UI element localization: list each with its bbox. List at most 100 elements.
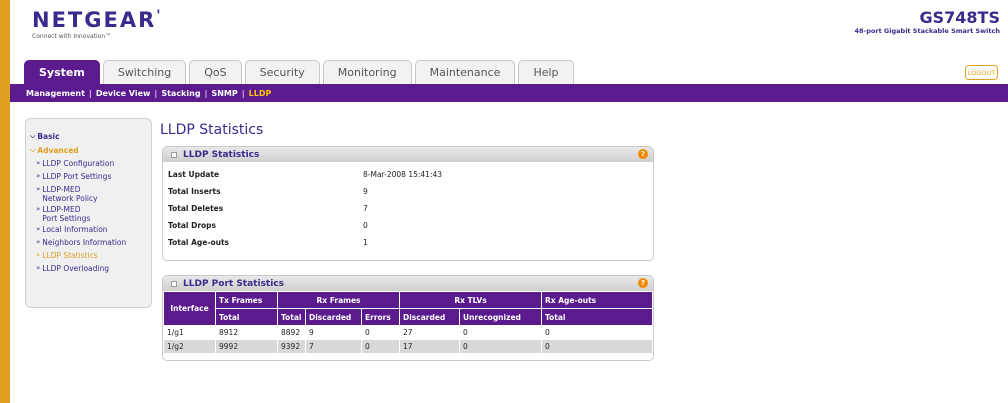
lldp-port-statistics-panel: LLDP Port Statistics ? Interface Tx Fram… — [162, 275, 654, 361]
panel-header: LLDP Statistics ? — [163, 147, 653, 162]
tab-security[interactable]: Security — [244, 60, 320, 84]
sidebar-item-label: LLDP Port Settings — [42, 172, 112, 181]
sidebar-item-label: LLDP-MED — [42, 185, 81, 194]
chevron-right-icon: » — [36, 264, 41, 272]
chevron-right-icon: » — [36, 172, 41, 180]
port-statistics-table: Interface Tx Frames Rx Frames Rx TLVs Rx… — [163, 291, 653, 354]
brand-logo: NETGEAR' — [32, 8, 163, 32]
column-header-interface: Interface — [163, 291, 216, 326]
column-subheader: Total — [541, 308, 653, 326]
app-window: NETGEAR' Connect with Innovation™ GS748T… — [0, 0, 1008, 403]
chevron-right-icon: » — [36, 251, 41, 259]
stat-row: Total Deletes 7 — [163, 200, 653, 217]
sidebar-advanced[interactable]: ⌵ Advanced — [26, 143, 151, 157]
chevron-right-icon: » — [36, 225, 41, 233]
main-tabs: System Switching QoS Security Monitoring… — [24, 60, 574, 84]
cell-tx-total: 9992 — [215, 339, 278, 354]
column-subheader: Errors — [361, 308, 400, 326]
stats-list: Last Update 8-Mar-2008 15:41:43 Total In… — [163, 162, 653, 251]
chevron-right-icon: » — [36, 159, 41, 167]
help-icon[interactable]: ? — [638, 278, 648, 288]
column-header-rx-age-outs: Rx Age-outs — [541, 291, 653, 309]
tab-qos[interactable]: QoS — [189, 60, 242, 84]
device-description: 48-port Gigabit Stackable Smart Switch — [854, 27, 1001, 35]
cell-rx-errors: 0 — [361, 325, 400, 340]
column-header-rx-tlvs: Rx TLVs — [399, 291, 542, 309]
header: NETGEAR' Connect with Innovation™ GS748T… — [10, 0, 1008, 52]
stat-label: Last Update — [168, 170, 220, 179]
cell-interface: 1/g2 — [163, 339, 216, 354]
sidebar-basic[interactable]: ⌵ Basic — [26, 129, 151, 143]
sub-navigation: Management | Device View | Stacking | SN… — [10, 84, 1008, 102]
help-icon[interactable]: ? — [638, 149, 648, 159]
sidebar-basic-label: Basic — [37, 131, 60, 141]
column-header-rx-frames: Rx Frames — [277, 291, 400, 309]
panel-title: LLDP Port Statistics — [183, 278, 285, 289]
stat-row: Total Inserts 9 — [163, 183, 653, 200]
subnav-device-view[interactable]: Device View — [96, 89, 151, 98]
cell-rx-errors: 0 — [361, 339, 400, 354]
sidebar-item-lldp-overloading[interactable]: » LLDP Overloading — [26, 262, 151, 275]
chevron-right-icon: » — [36, 238, 41, 246]
cell-tlv-unrecognized: 0 — [459, 339, 542, 354]
subnav-separator: | — [88, 88, 92, 98]
cell-interface: 1/g1 — [163, 325, 216, 340]
lldp-statistics-panel: LLDP Statistics ? Last Update 8-Mar-2008… — [162, 146, 654, 261]
table-header-row: Interface Tx Frames Rx Frames Rx TLVs Rx… — [163, 291, 653, 326]
collapse-icon[interactable] — [171, 280, 177, 287]
column-subheader: Discarded — [305, 308, 362, 326]
tab-help[interactable]: Help — [518, 60, 574, 84]
stat-value: 1 — [363, 238, 368, 247]
subnav-separator: | — [241, 88, 245, 98]
sidebar-item-lldp-med-network-policy[interactable]: » LLDP-MED Network Policy — [26, 183, 151, 203]
column-header-tx-frames: Tx Frames — [215, 291, 278, 309]
content-area: ⌵ Basic ⌵ Advanced » LLDP Configuration … — [10, 102, 1008, 403]
tab-monitoring[interactable]: Monitoring — [322, 60, 412, 84]
column-subheader: Unrecognized — [459, 308, 542, 326]
sidebar-item-lldp-med-port-settings[interactable]: » LLDP-MED Port Settings — [26, 203, 151, 223]
stat-value: 0 — [363, 221, 368, 230]
panel-title: LLDP Statistics — [183, 149, 260, 160]
brand-logo-mark: ' — [156, 8, 163, 24]
cell-tx-total: 8912 — [215, 325, 278, 340]
subnav-lldp[interactable]: LLDP — [249, 89, 272, 98]
sidebar-item-label: Neighbors Information — [42, 238, 127, 247]
subnav-snmp[interactable]: SNMP — [211, 89, 237, 98]
column-subheader: Discarded — [399, 308, 460, 326]
sidebar-item-label: LLDP Overloading — [42, 264, 110, 273]
sidebar-item-lldp-statistics[interactable]: » LLDP Statistics — [26, 249, 151, 262]
stat-value: 9 — [363, 187, 368, 196]
device-model: GS748TS — [919, 8, 1001, 27]
logout-button[interactable]: LOGOUT — [965, 65, 998, 80]
stat-value: 7 — [363, 204, 368, 213]
chevron-right-icon: » — [36, 185, 41, 193]
chevron-down-icon: ⌵ — [30, 145, 36, 154]
cell-rx-discarded: 7 — [305, 339, 362, 354]
sidebar-item-local-information[interactable]: » Local Information — [26, 223, 151, 236]
sidebar-item-lldp-configuration[interactable]: » LLDP Configuration — [26, 157, 151, 170]
sidebar-item-label: LLDP-MED — [42, 205, 81, 214]
cell-tlv-discarded: 27 — [399, 325, 460, 340]
subnav-stacking[interactable]: Stacking — [161, 89, 200, 98]
sidebar-item-lldp-port-settings[interactable]: » LLDP Port Settings — [26, 170, 151, 183]
chevron-right-icon: » — [36, 205, 41, 213]
stat-row: Last Update 8-Mar-2008 15:41:43 — [163, 166, 653, 183]
sidebar-item-label: LLDP Statistics — [42, 251, 98, 260]
column-subheader: Total — [277, 308, 306, 326]
stat-label: Total Inserts — [168, 187, 221, 196]
brand-tagline: Connect with Innovation™ — [32, 33, 112, 40]
tab-switching[interactable]: Switching — [102, 60, 187, 84]
cell-tlv-discarded: 17 — [399, 339, 460, 354]
subnav-management[interactable]: Management — [26, 89, 85, 98]
sidebar-item-label: LLDP Configuration — [42, 159, 115, 168]
sidebar-item-neighbors-information[interactable]: » Neighbors Information — [26, 236, 151, 249]
tab-system[interactable]: System — [24, 60, 100, 84]
collapse-icon[interactable] — [171, 151, 177, 158]
subnav-separator: | — [204, 88, 208, 98]
cell-age-outs: 0 — [541, 325, 653, 340]
chevron-down-icon: ⌵ — [30, 131, 36, 140]
sidebar-item-label-line2: Network Policy — [42, 194, 98, 203]
sidebar: ⌵ Basic ⌵ Advanced » LLDP Configuration … — [25, 118, 152, 308]
page-title: LLDP Statistics — [160, 122, 264, 138]
tab-maintenance[interactable]: Maintenance — [414, 60, 516, 84]
